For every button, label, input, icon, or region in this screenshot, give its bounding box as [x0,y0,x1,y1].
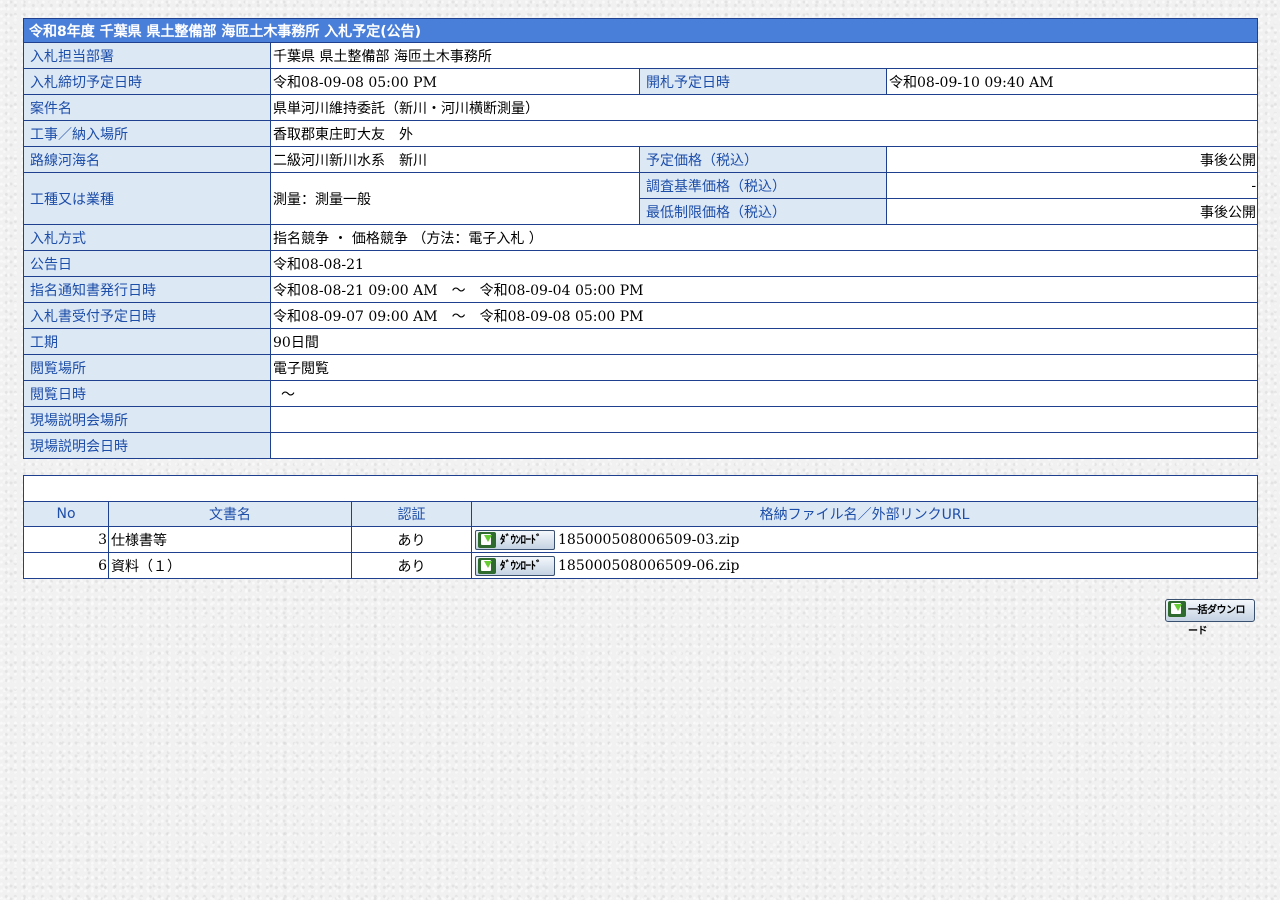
download-button[interactable]: ﾀﾞｳﾝﾛｰﾄﾞ [475,555,555,576]
survey-price-value: - [885,172,1259,199]
method-value: 指名競争 ・ 価格競争 （方法：電子入札 ） [269,224,1259,251]
page-container: 令和8年度 千葉県 県土整備部 海匝土木事務所 入札予定(公告) 入札担当部署 … [22,18,1259,579]
header-cert: 認証 [351,501,472,527]
period-label: 工期 [23,328,271,355]
documents-title: 説明文書等 [23,475,1258,502]
period-value: 90日間 [269,328,1259,355]
header-doc-name: 文書名 [108,501,352,527]
doc-file-cell: ﾀﾞｳﾝﾛｰﾄﾞ 185000508006509-06.zip [471,552,1258,579]
viewing-place-value: 電子閲覧 [269,354,1259,381]
table-row: 6 資料（１） あり ﾀﾞｳﾝﾛｰﾄﾞ 185000508006509-06.z… [23,552,1258,579]
header-no: No [23,501,109,527]
briefing-date-value [269,432,1259,459]
documents-table: 説明文書等 No 文書名 認証 格納ファイル名／外部リンクURL 3 仕様書等 … [23,475,1258,579]
project-label: 案件名 [23,94,271,121]
bulk-download-wrap: 一括ダウンロード [1164,599,1255,637]
project-value: 県単河川維持委託（新川・河川横断測量） [269,94,1259,121]
download-button-label: ﾀﾞｳﾝﾛｰﾄﾞ [500,558,542,572]
doc-no: 3 [23,526,109,553]
notice-date-label: 公告日 [23,250,271,277]
download-button[interactable]: ﾀﾞｳﾝﾛｰﾄﾞ [475,529,555,550]
bulk-download-button[interactable]: 一括ダウンロード [1165,599,1255,637]
bid-info-table: 令和8年度 千葉県 県土整備部 海匝土木事務所 入札予定(公告) 入札担当部署 … [22,18,1259,459]
viewing-date-value: ～ [269,380,1259,407]
nomination-value: 令和08-08-21 09:00 AM ～ 令和08-09-04 05:00 P… [269,276,1259,303]
file-name: 185000508006509-06.zip [558,557,740,574]
min-price-value: 事後公開 [885,198,1259,225]
bid-info-title: 令和8年度 千葉県 県土整備部 海匝土木事務所 入札予定(公告) [22,18,1259,43]
dept-label: 入札担当部署 [23,42,271,69]
dept-value: 千葉県 県土整備部 海匝土木事務所 [269,42,1259,69]
doc-name: 資料（１） [108,552,352,579]
download-button-label: ﾀﾞｳﾝﾛｰﾄﾞ [500,532,542,546]
deadline-label: 入札締切予定日時 [23,68,271,95]
doc-no: 6 [23,552,109,579]
bulk-download-icon [1168,601,1186,617]
doc-name: 仕様書等 [108,526,352,553]
header-file: 格納ファイル名／外部リンクURL [471,501,1258,527]
download-icon [478,557,496,574]
doc-cert: あり [351,526,472,553]
bulk-download-label: 一括ダウンロード [1188,605,1246,637]
file-name: 185000508006509-03.zip [558,531,740,548]
planned-price-value: 事後公開 [885,146,1259,173]
briefing-place-label: 現場説明会場所 [23,406,271,433]
doc-file-cell: ﾀﾞｳﾝﾛｰﾄﾞ 185000508006509-03.zip [471,526,1258,553]
briefing-date-label: 現場説明会日時 [23,432,271,459]
receipt-label: 入札書受付予定日時 [23,302,271,329]
deadline-value: 令和08-09-08 05:00 PM [270,68,640,95]
viewing-place-label: 閲覧場所 [23,354,271,381]
table-row: 3 仕様書等 あり ﾀﾞｳﾝﾛｰﾄﾞ 185000508006509-03.zi… [23,526,1258,553]
min-price-label: 最低制限価格（税込） [639,198,887,225]
opening-label: 開札予定日時 [639,68,887,95]
category-label: 工種又は業種 [23,172,271,225]
route-label: 路線河海名 [23,146,271,173]
survey-price-label: 調査基準価格（税込） [639,172,887,199]
location-value: 香取郡東庄町大友 外 [269,120,1259,147]
nomination-label: 指名通知書発行日時 [23,276,271,303]
notice-date-value: 令和08-08-21 [269,250,1259,277]
briefing-place-value [269,406,1259,433]
download-icon [478,531,496,548]
receipt-value: 令和08-09-07 09:00 AM ～ 令和08-09-08 05:00 P… [269,302,1259,329]
method-label: 入札方式 [23,224,271,251]
category-value: 測量：測量一般 [270,172,640,225]
route-value: 二級河川新川水系 新川 [270,146,640,173]
location-label: 工事／納入場所 [23,120,271,147]
planned-price-label: 予定価格（税込） [639,146,887,173]
doc-cert: あり [351,552,472,579]
opening-value: 令和08-09-10 09:40 AM [885,68,1259,95]
viewing-date-label: 閲覧日時 [23,380,271,407]
